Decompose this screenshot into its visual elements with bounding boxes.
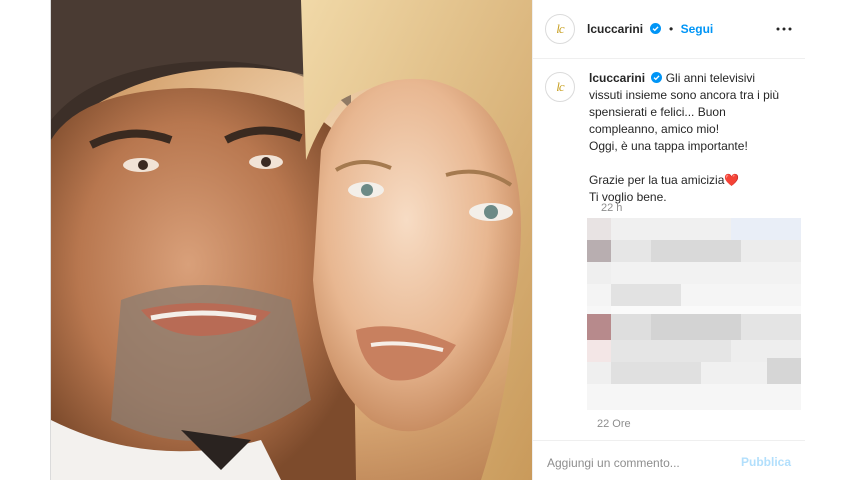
caption-spacer <box>589 155 789 172</box>
caption-paragraph: Grazie per la tua amicizia❤️ <box>589 173 740 187</box>
header-account-line: lcuccarini • Segui <box>587 20 713 38</box>
caption-avatar-monogram: lc <box>556 79 564 94</box>
post-header: lc lcuccarini • Segui <box>533 0 805 59</box>
publish-button[interactable]: Pubblica <box>741 455 791 469</box>
avatar-monogram: lc <box>556 21 564 36</box>
separator-dot: • <box>668 22 674 36</box>
caption-paragraph: Oggi, è una tappa importante! <box>589 139 748 153</box>
caption-avatar[interactable]: lc <box>545 72 575 102</box>
instagram-post: lc lcuccarini • Segui lc lcuccarini Gli … <box>50 0 805 480</box>
comment-timestamp: 22 Ore <box>597 418 631 430</box>
verified-badge-icon <box>650 23 662 34</box>
comment-composer: Pubblica <box>533 440 805 481</box>
caption-text: lcuccarini Gli anni televisivi vissuti i… <box>589 70 789 206</box>
more-options-icon[interactable] <box>775 20 793 38</box>
follow-button[interactable]: Segui <box>681 22 714 36</box>
caption-username[interactable]: lcuccarini <box>589 71 645 85</box>
comment-input[interactable] <box>545 453 729 473</box>
verified-badge-icon <box>651 72 663 83</box>
post-side-panel: lc lcuccarini • Segui lc lcuccarini Gli … <box>532 0 805 480</box>
post-photo[interactable] <box>51 0 532 480</box>
photo-illustration <box>51 0 532 480</box>
caption-timestamp: 22 h <box>601 202 623 214</box>
account-avatar[interactable]: lc <box>545 14 575 44</box>
header-username[interactable]: lcuccarini <box>587 22 643 36</box>
pixelated-comments <box>587 218 849 418</box>
